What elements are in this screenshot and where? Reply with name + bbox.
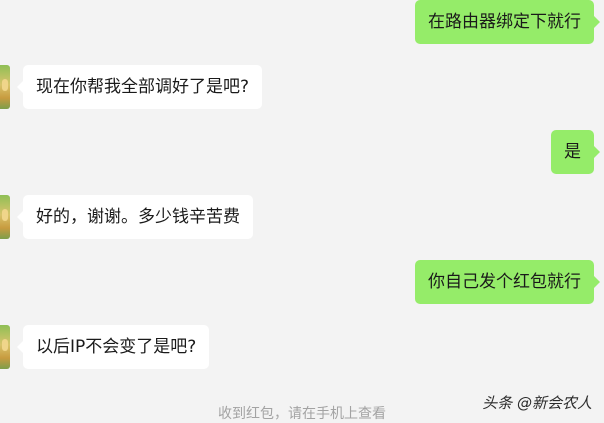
contact-avatar[interactable] (0, 325, 10, 369)
contact-avatar[interactable] (0, 195, 10, 239)
message-bubble[interactable]: 以后IP不会变了是吧? (16, 325, 210, 369)
message-incoming: 现在你帮我全部调好了是吧? (16, 65, 263, 109)
message-outgoing: 是 (551, 130, 600, 174)
message-outgoing: 你自己发个红包就行 (415, 260, 600, 304)
message-incoming: 好的，谢谢。多少钱辛苦费 (17, 195, 253, 239)
message-bubble[interactable]: 好的，谢谢。多少钱辛苦费 (17, 195, 253, 239)
message-bubble[interactable]: 现在你帮我全部调好了是吧? (16, 65, 263, 109)
message-bubble[interactable]: 是 (551, 130, 600, 174)
watermark: 头条 @新会农人 (482, 394, 592, 412)
message-outgoing: 在路由器绑定下就行 (415, 0, 600, 44)
contact-avatar[interactable] (0, 65, 10, 109)
message-incoming: 以后IP不会变了是吧? (16, 325, 210, 369)
message-bubble[interactable]: 在路由器绑定下就行 (415, 0, 600, 44)
message-bubble[interactable]: 你自己发个红包就行 (415, 260, 600, 304)
